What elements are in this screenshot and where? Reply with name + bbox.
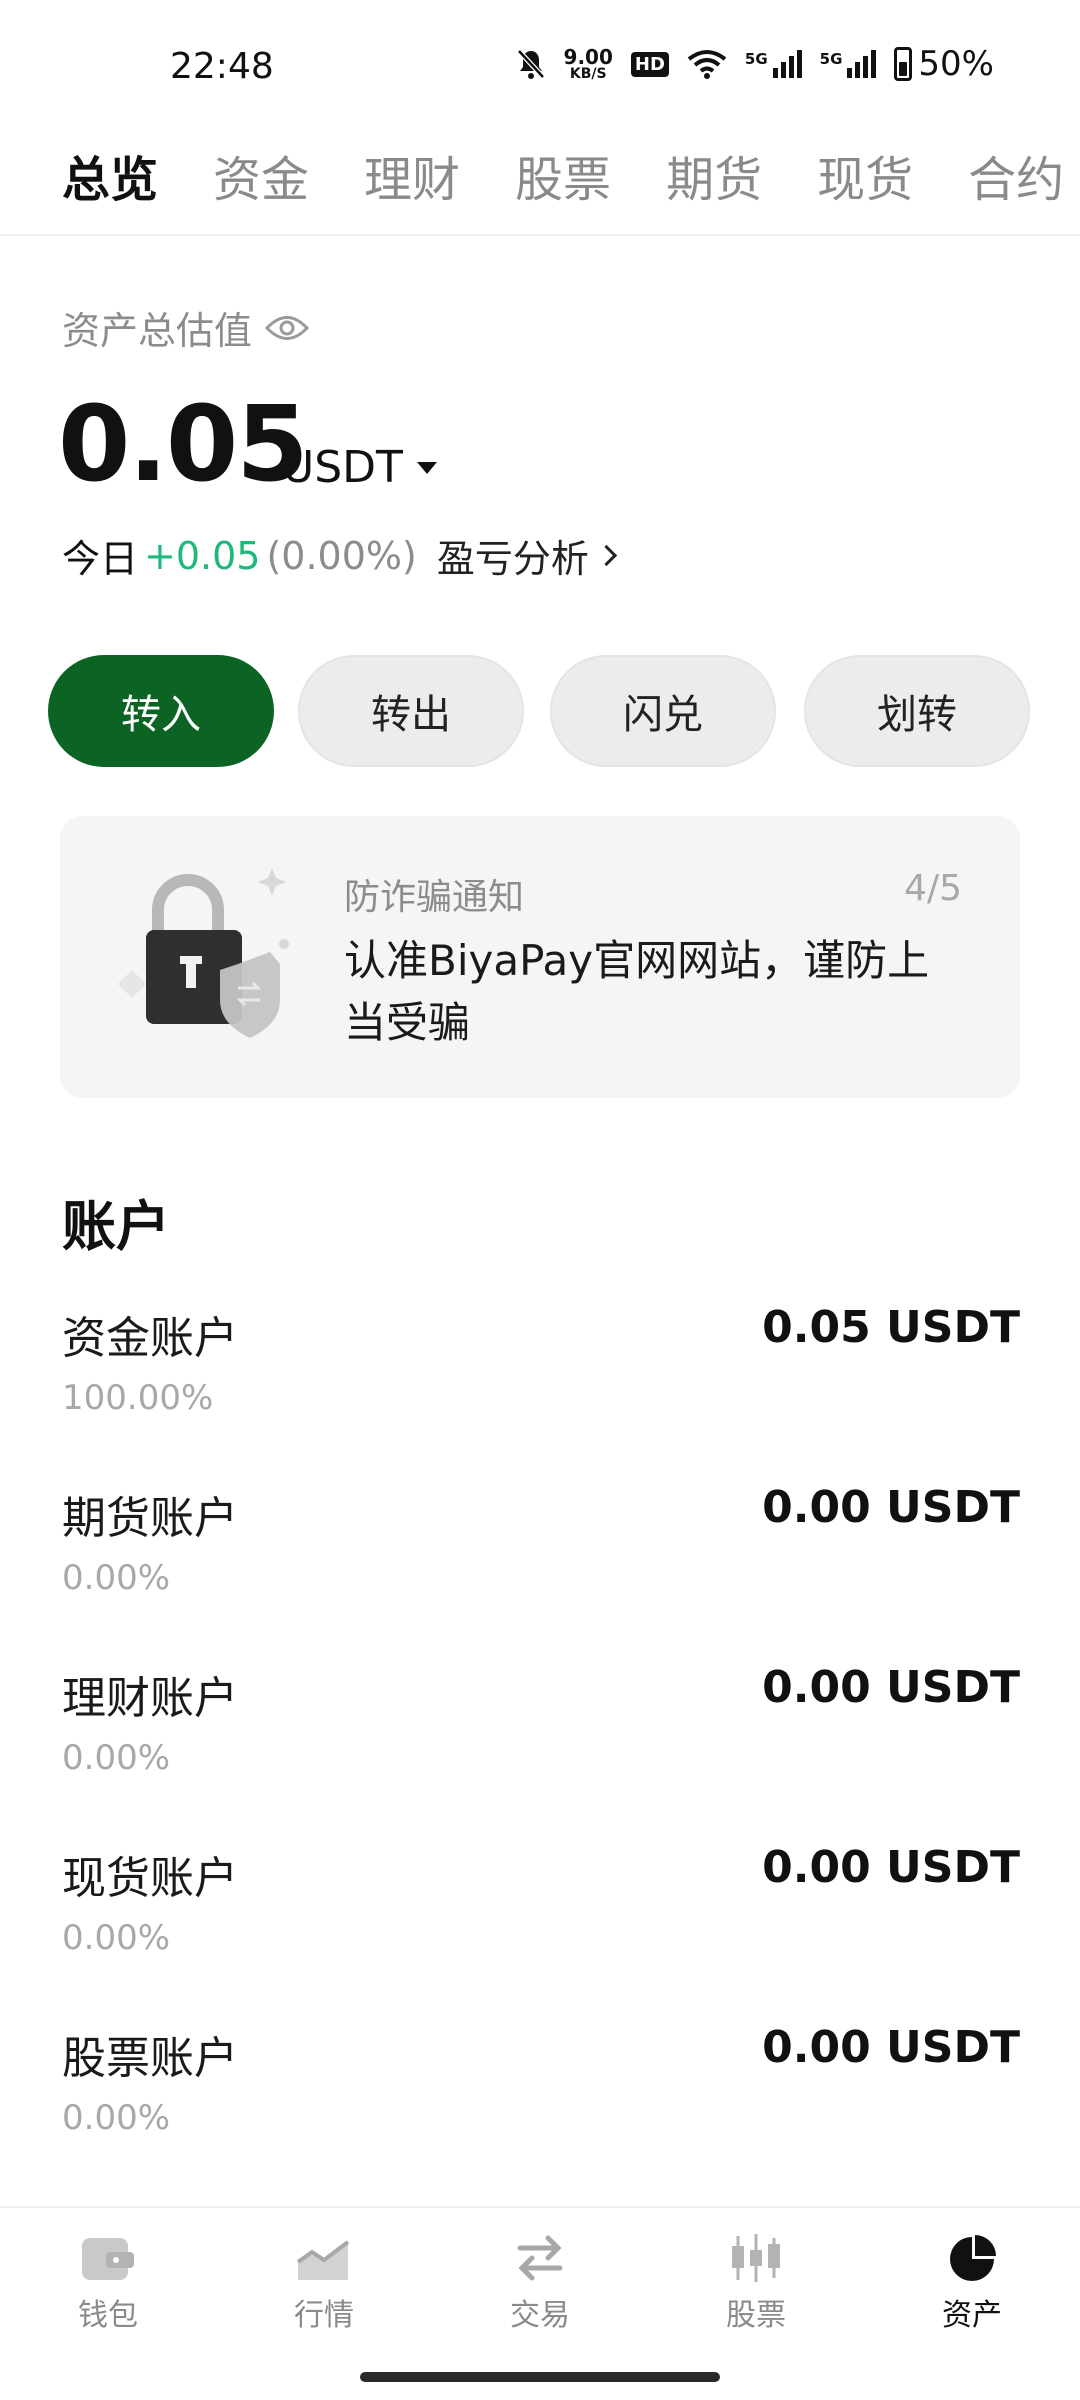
swap-arrows-icon (517, 2235, 563, 2281)
pnl-analysis-link[interactable]: 盈亏分析 (436, 528, 617, 583)
tab-futures[interactable]: 期货 (666, 140, 762, 210)
convert-button[interactable]: 闪兑 (550, 655, 776, 767)
hd-badge: HD (630, 51, 669, 77)
candlestick-icon (732, 2234, 780, 2282)
account-value-stocks: 0.00 USDT (762, 2022, 1020, 2073)
top-tabs: 总览 资金 理财 股票 期货 现货 合约 (62, 140, 1064, 210)
nav-stocks-label: 股票 (726, 2298, 786, 2333)
notice-page-indicator: 4/5 (904, 868, 962, 909)
account-value-futures: 0.00 USDT (762, 1482, 1020, 1533)
wallet-icon (82, 2238, 134, 2280)
account-value-spot: 0.00 USDT (762, 1842, 1020, 1893)
today-change: +0.05 (144, 533, 261, 578)
account-pct-spot: 0.00% (62, 1918, 171, 1958)
asset-total-label: 资产总估值 (62, 300, 310, 355)
account-name-wealth[interactable]: 理财账户 (62, 1662, 238, 1726)
nav-assets-label: 资产 (942, 2298, 1002, 2333)
account-value-funding: 0.05 USDT (762, 1302, 1020, 1353)
tab-stocks[interactable]: 股票 (515, 140, 611, 210)
notice-text: 认准BiyaPay官网网站，谨防上当受骗 (344, 936, 930, 1047)
signal-2-icon: 5G (820, 50, 877, 78)
nav-wallet[interactable]: 钱包 (18, 2232, 198, 2334)
deposit-button[interactable]: 转入 (48, 655, 274, 767)
net-speed-value: 9.00 (563, 45, 613, 69)
tab-funds[interactable]: 资金 (213, 140, 309, 210)
today-pnl-row: 今日 +0.05 (0.00%) 盈亏分析 (62, 528, 617, 583)
nav-trade[interactable]: 交易 (450, 2232, 630, 2334)
pie-chart-icon (950, 2235, 996, 2281)
signal-1-icon: 5G (745, 50, 802, 78)
today-label: 今日 (62, 537, 139, 581)
nav-trade-label: 交易 (510, 2298, 570, 2333)
battery: 50% (894, 44, 994, 84)
battery-level: 50% (918, 44, 994, 84)
tab-wealth[interactable]: 理财 (364, 140, 460, 210)
bell-muted-icon (516, 49, 545, 79)
total-asset-value: 0.05 (58, 383, 309, 505)
tab-spot[interactable]: 现货 (817, 140, 913, 210)
eye-icon[interactable] (264, 313, 310, 343)
nav-markets[interactable]: 行情 (234, 2232, 414, 2334)
account-pct-funding: 100.00% (62, 1378, 214, 1418)
chart-icon (296, 2240, 350, 2280)
status-icons: 9.00 KB/S HD 5G 5G 50% (516, 44, 994, 84)
account-name-funding[interactable]: 资金账户 (62, 1302, 238, 1366)
nav-wallet-label: 钱包 (78, 2298, 138, 2333)
today-pct: (0.00%) (266, 533, 417, 578)
wifi-icon (687, 50, 727, 79)
currency-unit: USDT (282, 442, 403, 493)
net-speed-unit: KB/S (569, 66, 607, 82)
signal-1-label: 5G (744, 50, 768, 68)
battery-icon (894, 47, 913, 81)
tabs-divider (0, 234, 1080, 236)
transfer-button[interactable]: 划转 (804, 655, 1030, 767)
account-pct-stocks: 0.00% (62, 2098, 171, 2138)
withdraw-button[interactable]: 转出 (298, 655, 524, 767)
nav-markets-label: 行情 (294, 2298, 354, 2333)
account-name-spot[interactable]: 现货账户 (62, 1842, 238, 1906)
padlock-shield-icon (117, 868, 289, 1038)
tab-contracts[interactable]: 合约 (968, 140, 1064, 210)
bottom-nav-divider (0, 2206, 1080, 2208)
nav-stocks[interactable]: 股票 (666, 2232, 846, 2334)
chevron-right-icon (595, 544, 617, 567)
signal-2-label: 5G (819, 50, 843, 68)
account-name-futures[interactable]: 期货账户 (62, 1482, 238, 1546)
pnl-analysis-label: 盈亏分析 (436, 537, 589, 581)
account-value-wealth: 0.00 USDT (762, 1662, 1020, 1713)
account-pct-wealth: 0.00% (62, 1738, 171, 1778)
net-speed: 9.00 KB/S (564, 47, 613, 81)
account-pct-futures: 0.00% (62, 1558, 171, 1598)
nav-assets[interactable]: 资产 (882, 2232, 1062, 2334)
accounts-title: 账户 (62, 1195, 170, 1258)
currency-selector[interactable]: USDT (282, 442, 437, 493)
account-name-stocks[interactable]: 股票账户 (62, 2022, 238, 2086)
notice-title: 防诈骗通知 (344, 877, 525, 918)
caret-down-icon (416, 461, 437, 474)
tab-overview[interactable]: 总览 (62, 140, 158, 210)
home-indicator[interactable] (360, 2372, 720, 2382)
status-time: 22:48 (170, 46, 274, 87)
asset-total-label-text: 资产总估值 (62, 309, 253, 353)
